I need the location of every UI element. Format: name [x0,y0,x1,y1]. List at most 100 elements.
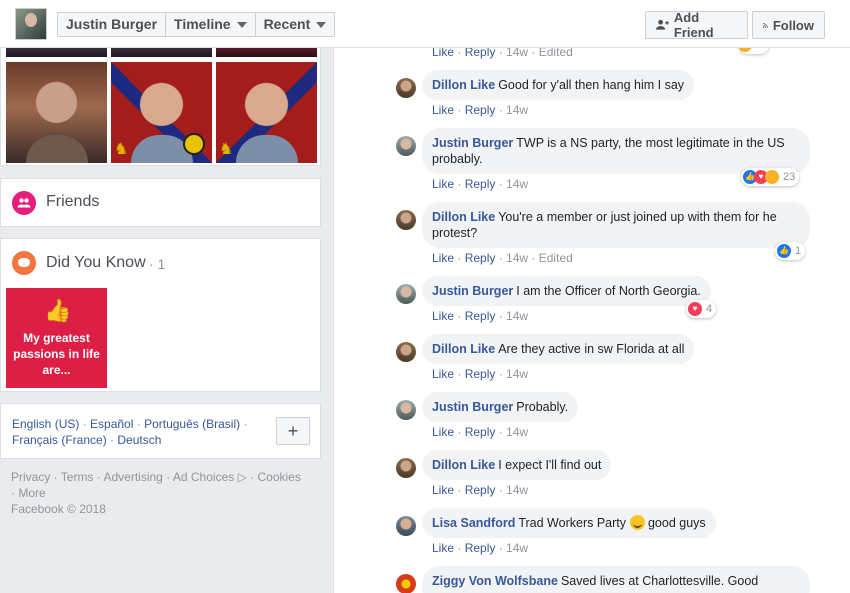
commenter-name[interactable]: Dillon Like [432,210,495,224]
reply-link[interactable]: Reply [465,177,496,191]
commenter-avatar[interactable] [396,574,416,593]
comment-time: 14w [506,541,529,555]
emblem-icon [183,133,205,155]
commenter-avatar[interactable] [396,342,416,362]
more-link[interactable]: More [18,486,45,500]
commenter-name[interactable]: Dillon Like [432,78,495,92]
reply-link[interactable]: Reply [465,367,496,381]
reply-link[interactable]: Reply [465,48,496,59]
follow-label: Follow [772,17,814,33]
comment-time: 14w [506,367,529,381]
profile-photo[interactable] [6,62,107,163]
lang-portugues[interactable]: Português (Brasil) [144,417,240,431]
profile-photo[interactable]: ♞ [111,62,212,163]
reaction-count: 4 [706,303,713,315]
thumbs-up-icon: 👍 [44,298,72,323]
comment-bubble: Dillon Like You're a member or just joine… [422,202,810,248]
comment-bubble: Ziggy Von Wolfsbane Saved lives at Charlo… [422,566,810,593]
like-link[interactable]: Like [432,541,454,555]
commenter-name[interactable]: Dillon Like [432,458,495,472]
reply-link[interactable]: Reply [465,483,496,497]
commenter-avatar[interactable] [396,284,416,304]
reply-link[interactable]: Reply [465,309,496,323]
reply-link[interactable]: Reply [465,103,496,117]
commenter-name[interactable]: Lisa Sandford [432,516,515,530]
chevron-down-icon [316,21,327,28]
did-you-know-card: Did You Know · 1 👍 My greatest passions … [0,238,321,392]
privacy-link[interactable]: Privacy [11,470,50,484]
did-you-know-heading[interactable]: Did You Know [46,254,146,272]
like-link[interactable]: Like [432,103,454,117]
follow-button[interactable]: Follow [752,11,825,39]
comment-actions: Like · Reply · 14w [432,541,529,555]
commenter-avatar[interactable] [396,210,416,230]
like-link[interactable]: Like [432,425,454,439]
comment-text-after: good guys [647,516,706,530]
comment-actions: Like · Reply · 14w [432,103,529,117]
profile-photo[interactable]: ♞ [216,62,317,163]
friends-heading[interactable]: Friends [46,193,99,211]
more-languages-button[interactable]: + [276,417,310,445]
profile-avatar[interactable] [15,8,47,40]
lang-espanol[interactable]: Español [90,417,133,431]
like-link[interactable]: Like [432,251,454,265]
commenter-name[interactable]: Justin Burger [432,284,513,298]
ad-choices-link[interactable]: Ad Choices [173,470,234,484]
recent-dropdown[interactable]: Recent [256,13,335,36]
comment-time: 14w [506,103,529,117]
edited-label[interactable]: Edited [539,48,573,59]
rss-icon [763,22,768,28]
reply-link[interactable]: Reply [465,251,496,265]
terms-link[interactable]: Terms [61,470,94,484]
commenter-avatar[interactable] [396,458,416,478]
commenter-name[interactable]: Justin Burger [432,400,513,414]
timeline-dropdown[interactable]: Timeline [166,13,256,36]
lion-emblem-icon: ♞ [114,141,129,158]
photo-strip[interactable] [6,48,107,57]
comment-actions: Like · Reply · 14w [432,309,529,323]
ad-choices-icon: ▷ [234,470,247,484]
reply-link[interactable]: Reply [465,425,496,439]
lang-english[interactable]: English (US) [12,417,79,431]
reactions-summary[interactable] [738,48,769,54]
reaction-count: 23 [783,171,796,183]
friends-card[interactable]: Friends [0,178,321,227]
commenter-avatar[interactable] [396,516,416,536]
commenter-avatar[interactable] [396,136,416,156]
profile-name-link[interactable]: Justin Burger [58,13,167,36]
photo-strip[interactable] [216,48,317,57]
reply-link[interactable]: Reply [465,541,496,555]
edited-label[interactable]: Edited [539,251,573,265]
reactions-summary[interactable]: 👍 1 [775,242,806,260]
comment-bubble: Dillon Like Are they active in sw Florida… [422,334,695,364]
comment-bubble: Justin Burger Probably. [422,392,579,422]
add-friend-button[interactable]: Add Friend [645,10,748,40]
speech-bubble-icon [12,251,36,275]
commenter-name[interactable]: Justin Burger [432,136,513,150]
comment-text: Trad Workers Party [518,516,627,530]
haha-reaction-icon [765,170,779,184]
advertising-link[interactable]: Advertising [103,470,162,484]
lang-francais[interactable]: Français (France) [12,433,107,447]
comments-panel: Like · Reply · 14w · Edited Dillon Like G… [333,48,850,593]
commenter-name[interactable]: Ziggy Von Wolfsbane [432,574,558,588]
add-friend-icon [656,19,669,30]
like-link[interactable]: Like [432,309,454,323]
cookies-link[interactable]: Cookies [257,470,300,484]
comment-bubble: Justin Burger I am the Officer of North G… [422,276,711,306]
photo-strip[interactable] [111,48,212,57]
like-link[interactable]: Like [432,483,454,497]
reactions-summary[interactable]: ♥ 4 [686,300,717,318]
like-link[interactable]: Like [432,48,454,59]
smile-emoji-icon [629,515,645,530]
like-link[interactable]: Like [432,177,454,191]
comment-time: 14w [506,425,529,439]
commenter-avatar[interactable] [396,400,416,420]
lang-deutsch[interactable]: Deutsch [117,433,161,447]
copyright: Facebook © 2018 [11,502,106,516]
reactions-summary[interactable]: 👍 ♥ 23 [741,168,800,186]
commenter-name[interactable]: Dillon Like [432,342,495,356]
commenter-avatar[interactable] [396,78,416,98]
like-link[interactable]: Like [432,367,454,381]
did-you-know-tile[interactable]: 👍 My greatest passions in life are... [6,288,107,388]
